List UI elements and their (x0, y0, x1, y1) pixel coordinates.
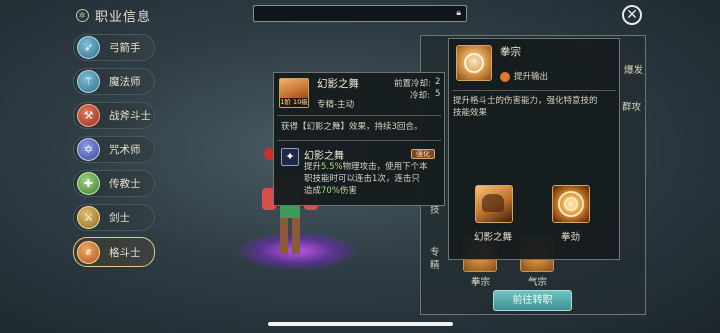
sidebar-item-priest[interactable]: ✚ 传教士 (73, 170, 155, 197)
sub-class-fist-label: 拳宗 (471, 277, 491, 288)
page-title-text: 职业信息 (95, 10, 152, 25)
sidebar-item-label: 咒术师 (109, 144, 141, 156)
sidebar-item-label: 魔法师 (109, 76, 141, 88)
skill-name: 幻影之舞 (317, 78, 359, 90)
output-boost-icon (500, 72, 510, 82)
sub-class-qi-label: 气宗 (528, 277, 548, 288)
passive-desc-line-3: 造成70%伤害 (304, 186, 357, 196)
spec-desc-line-2: 技能效果 (453, 108, 488, 118)
home-indicator-bar (268, 322, 453, 326)
sidebar-item-mage[interactable]: ⚚ 魔法师 (73, 68, 155, 95)
skill-type: 专精-主动 (317, 100, 355, 110)
lock-icon[interactable]: 🔒︎ (456, 8, 461, 18)
fist-icon: ✊︎ (77, 240, 100, 264)
phantom-figure (482, 194, 504, 212)
passive-desc-line-1: 提升5.5%物理攻击，使用下个本 (304, 162, 428, 172)
cross-icon: ✚ (77, 172, 100, 195)
skill-level-badge: 1阶 10级 (280, 98, 308, 107)
enhance-badge: 强化 (411, 149, 435, 159)
bow-icon: ➶ (77, 36, 100, 59)
phantom-dance-skill-icon[interactable] (475, 185, 513, 223)
search-input[interactable]: 🔒︎ (253, 5, 467, 22)
sidebar-item-label: 战斧斗士 (109, 110, 151, 122)
pre-cooldown-value: 2 (435, 77, 441, 87)
character-leg-right (292, 218, 300, 254)
panel-label-spec-2: 精 (430, 260, 440, 271)
panel-partial-aoe: 群攻 (622, 102, 642, 113)
sidebar-item-warlock[interactable]: ✡ 咒术师 (73, 136, 155, 163)
spec-name: 拳宗 (500, 46, 521, 58)
swirl-inner (564, 197, 578, 211)
close-button[interactable]: ✕ (622, 5, 642, 25)
curse-icon: ✡ (77, 138, 100, 161)
fist-force-skill-label: 拳劲 (561, 232, 581, 243)
cooldown-label: 冷却: (410, 91, 430, 101)
sidebar-item-label: 格斗士 (109, 246, 141, 259)
divider (277, 115, 441, 116)
sidebar-item-archer[interactable]: ➶ 弓箭手 (73, 34, 155, 61)
passive-desc-line-2: 职技能时可以连击1次，连击只 (304, 174, 420, 184)
spec-fist-icon (456, 45, 492, 81)
cooldown-value: 5 (435, 89, 441, 99)
sword-icon: ⚔ (77, 206, 100, 229)
spec-desc-line-1: 提升格斗士的伤害能力，强化特意技的 (453, 96, 598, 106)
fist-force-skill-icon[interactable] (552, 185, 590, 223)
passive-skill-icon: ✦ (281, 148, 299, 166)
sidebar-item-label: 剑士 (109, 212, 130, 224)
page-title: ✲ 职业信息 (76, 6, 151, 25)
axe-icon: ⚒ (77, 104, 100, 127)
sidebar-item-swordsman[interactable]: ⚔ 剑士 (73, 204, 155, 231)
divider (277, 140, 441, 141)
spec-tag: 提升输出 (514, 72, 549, 82)
skill-effect: 获得【幻影之舞】效果，持续3回合。 (281, 122, 423, 132)
settings-gear-icon: ✲ (76, 9, 89, 22)
sidebar-item-fighter[interactable]: ✊︎ 格斗士 (73, 237, 155, 267)
panel-label-spec-1: 专 (430, 247, 440, 258)
character-leg-left (280, 218, 288, 254)
passive-name: 幻影之舞 (304, 151, 344, 162)
panel-partial-burst: 爆发 (624, 65, 644, 76)
phantom-dance-skill-label: 幻影之舞 (474, 232, 513, 243)
pre-cooldown-label: 前置冷却: (394, 79, 431, 89)
magic-staff-icon: ⚚ (77, 70, 100, 93)
sidebar-item-axe-fighter[interactable]: ⚒ 战斧斗士 (73, 102, 155, 129)
advance-class-button[interactable]: 前往转职 (493, 290, 572, 311)
close-icon: ✕ (626, 7, 638, 23)
fist-emblem (464, 53, 484, 73)
sidebar-item-label: 传教士 (109, 178, 141, 190)
divider (452, 90, 616, 91)
sidebar-item-label: 弓箭手 (109, 42, 141, 54)
